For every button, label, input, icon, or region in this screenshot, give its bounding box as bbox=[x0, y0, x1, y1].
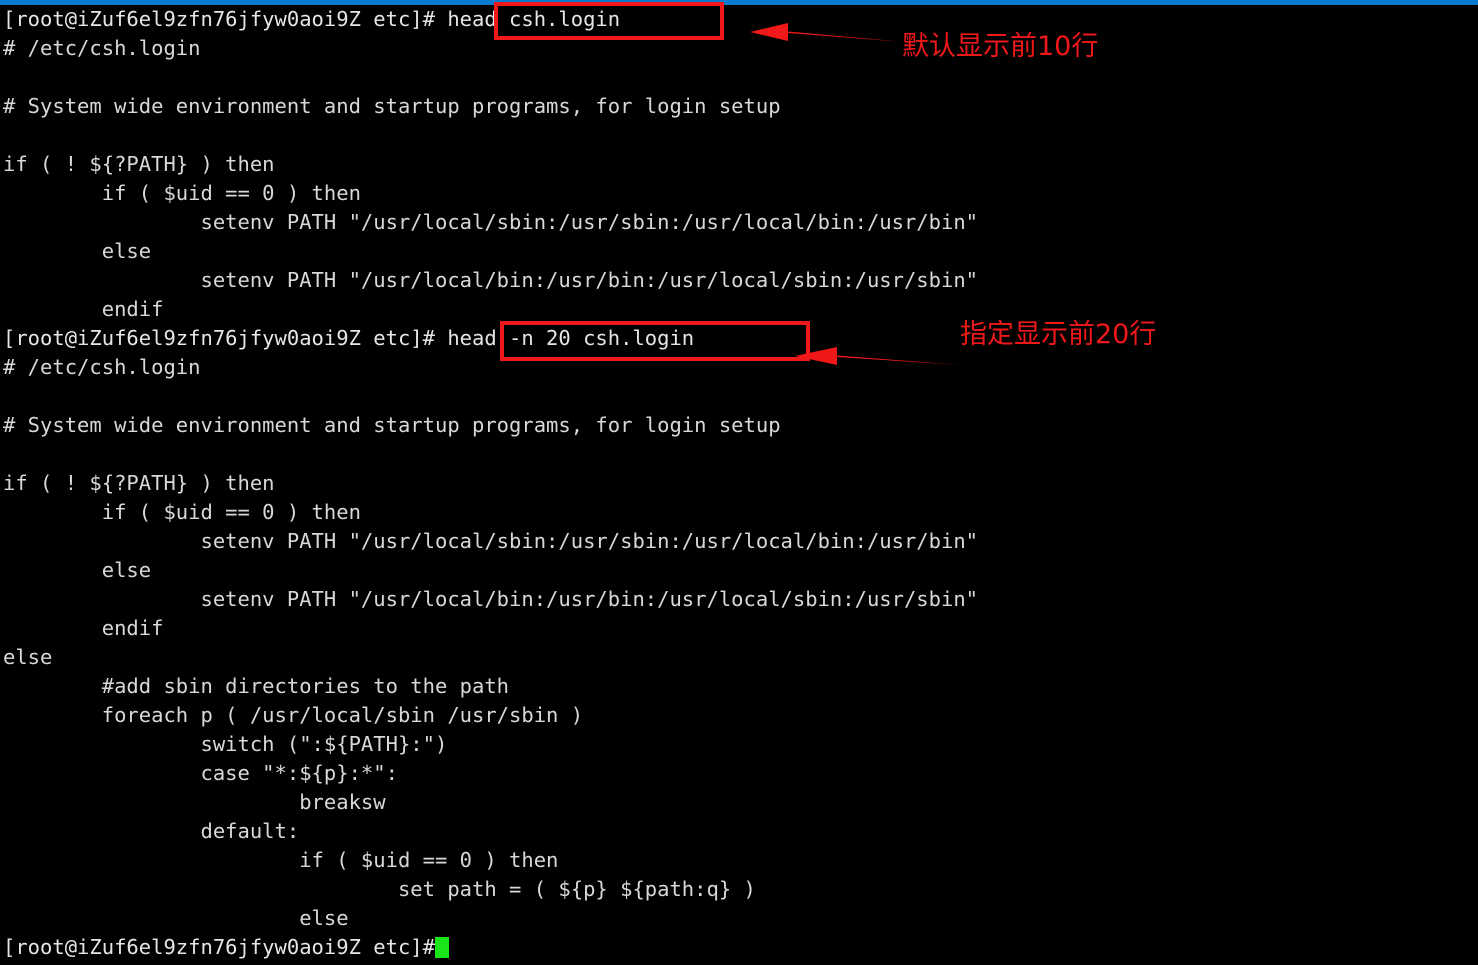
shell-prompt: [root@iZuf6el9zfn76jfyw0aoi9Z etc]# bbox=[3, 935, 435, 959]
terminal-line: else bbox=[3, 645, 53, 669]
terminal-output-area[interactable]: [root@iZuf6el9zfn76jfyw0aoi9Z etc]# head… bbox=[0, 5, 1478, 965]
terminal-line: set path = ( ${p} ${path:q} ) bbox=[3, 877, 756, 901]
terminal-line: if ( ! ${?PATH} ) then bbox=[3, 471, 275, 495]
terminal-line: else bbox=[3, 558, 152, 582]
terminal-line: if ( ! ${?PATH} ) then bbox=[3, 152, 275, 176]
block-cursor bbox=[434, 937, 449, 958]
terminal-line: [root@iZuf6el9zfn76jfyw0aoi9Z etc]# head… bbox=[3, 326, 695, 350]
terminal-active-prompt-line[interactable]: [root@iZuf6el9zfn76jfyw0aoi9Z etc]# bbox=[3, 933, 449, 962]
terminal-line: switch (":${PATH}:") bbox=[3, 732, 448, 756]
terminal-line: else bbox=[3, 906, 349, 930]
terminal-line: #add sbin directories to the path bbox=[3, 674, 510, 698]
terminal-line: if ( $uid == 0 ) then bbox=[3, 181, 361, 205]
terminal-line: # /etc/csh.login bbox=[3, 355, 201, 379]
terminal-line: endif bbox=[3, 616, 164, 640]
terminal-line: default: bbox=[3, 819, 300, 843]
annotation-label-specify-20-lines: 指定显示前20行 bbox=[960, 319, 1157, 350]
terminal-line: if ( $uid == 0 ) then bbox=[3, 848, 559, 872]
terminal-line: else bbox=[3, 239, 152, 263]
terminal-window: [root@iZuf6el9zfn76jfyw0aoi9Z etc]# head… bbox=[0, 0, 1478, 965]
terminal-line: # /etc/csh.login bbox=[3, 36, 201, 60]
terminal-line: if ( $uid == 0 ) then bbox=[3, 500, 361, 524]
terminal-line: # System wide environment and startup pr… bbox=[3, 413, 781, 437]
terminal-line: setenv PATH "/usr/local/bin:/usr/bin:/us… bbox=[3, 587, 979, 611]
terminal-line: [root@iZuf6el9zfn76jfyw0aoi9Z etc]# head… bbox=[3, 7, 621, 31]
terminal-line: setenv PATH "/usr/local/sbin:/usr/sbin:/… bbox=[3, 210, 979, 234]
terminal-line: setenv PATH "/usr/local/bin:/usr/bin:/us… bbox=[3, 268, 979, 292]
terminal-line: foreach p ( /usr/local/sbin /usr/sbin ) bbox=[3, 703, 584, 727]
terminal-line: setenv PATH "/usr/local/sbin:/usr/sbin:/… bbox=[3, 529, 979, 553]
terminal-line: breaksw bbox=[3, 790, 386, 814]
annotation-label-default-10-lines: 默认显示前10行 bbox=[902, 31, 1099, 62]
terminal-line: case "*:${p}:*": bbox=[3, 761, 398, 785]
terminal-line: endif bbox=[3, 297, 164, 321]
terminal-line: # System wide environment and startup pr… bbox=[3, 94, 781, 118]
